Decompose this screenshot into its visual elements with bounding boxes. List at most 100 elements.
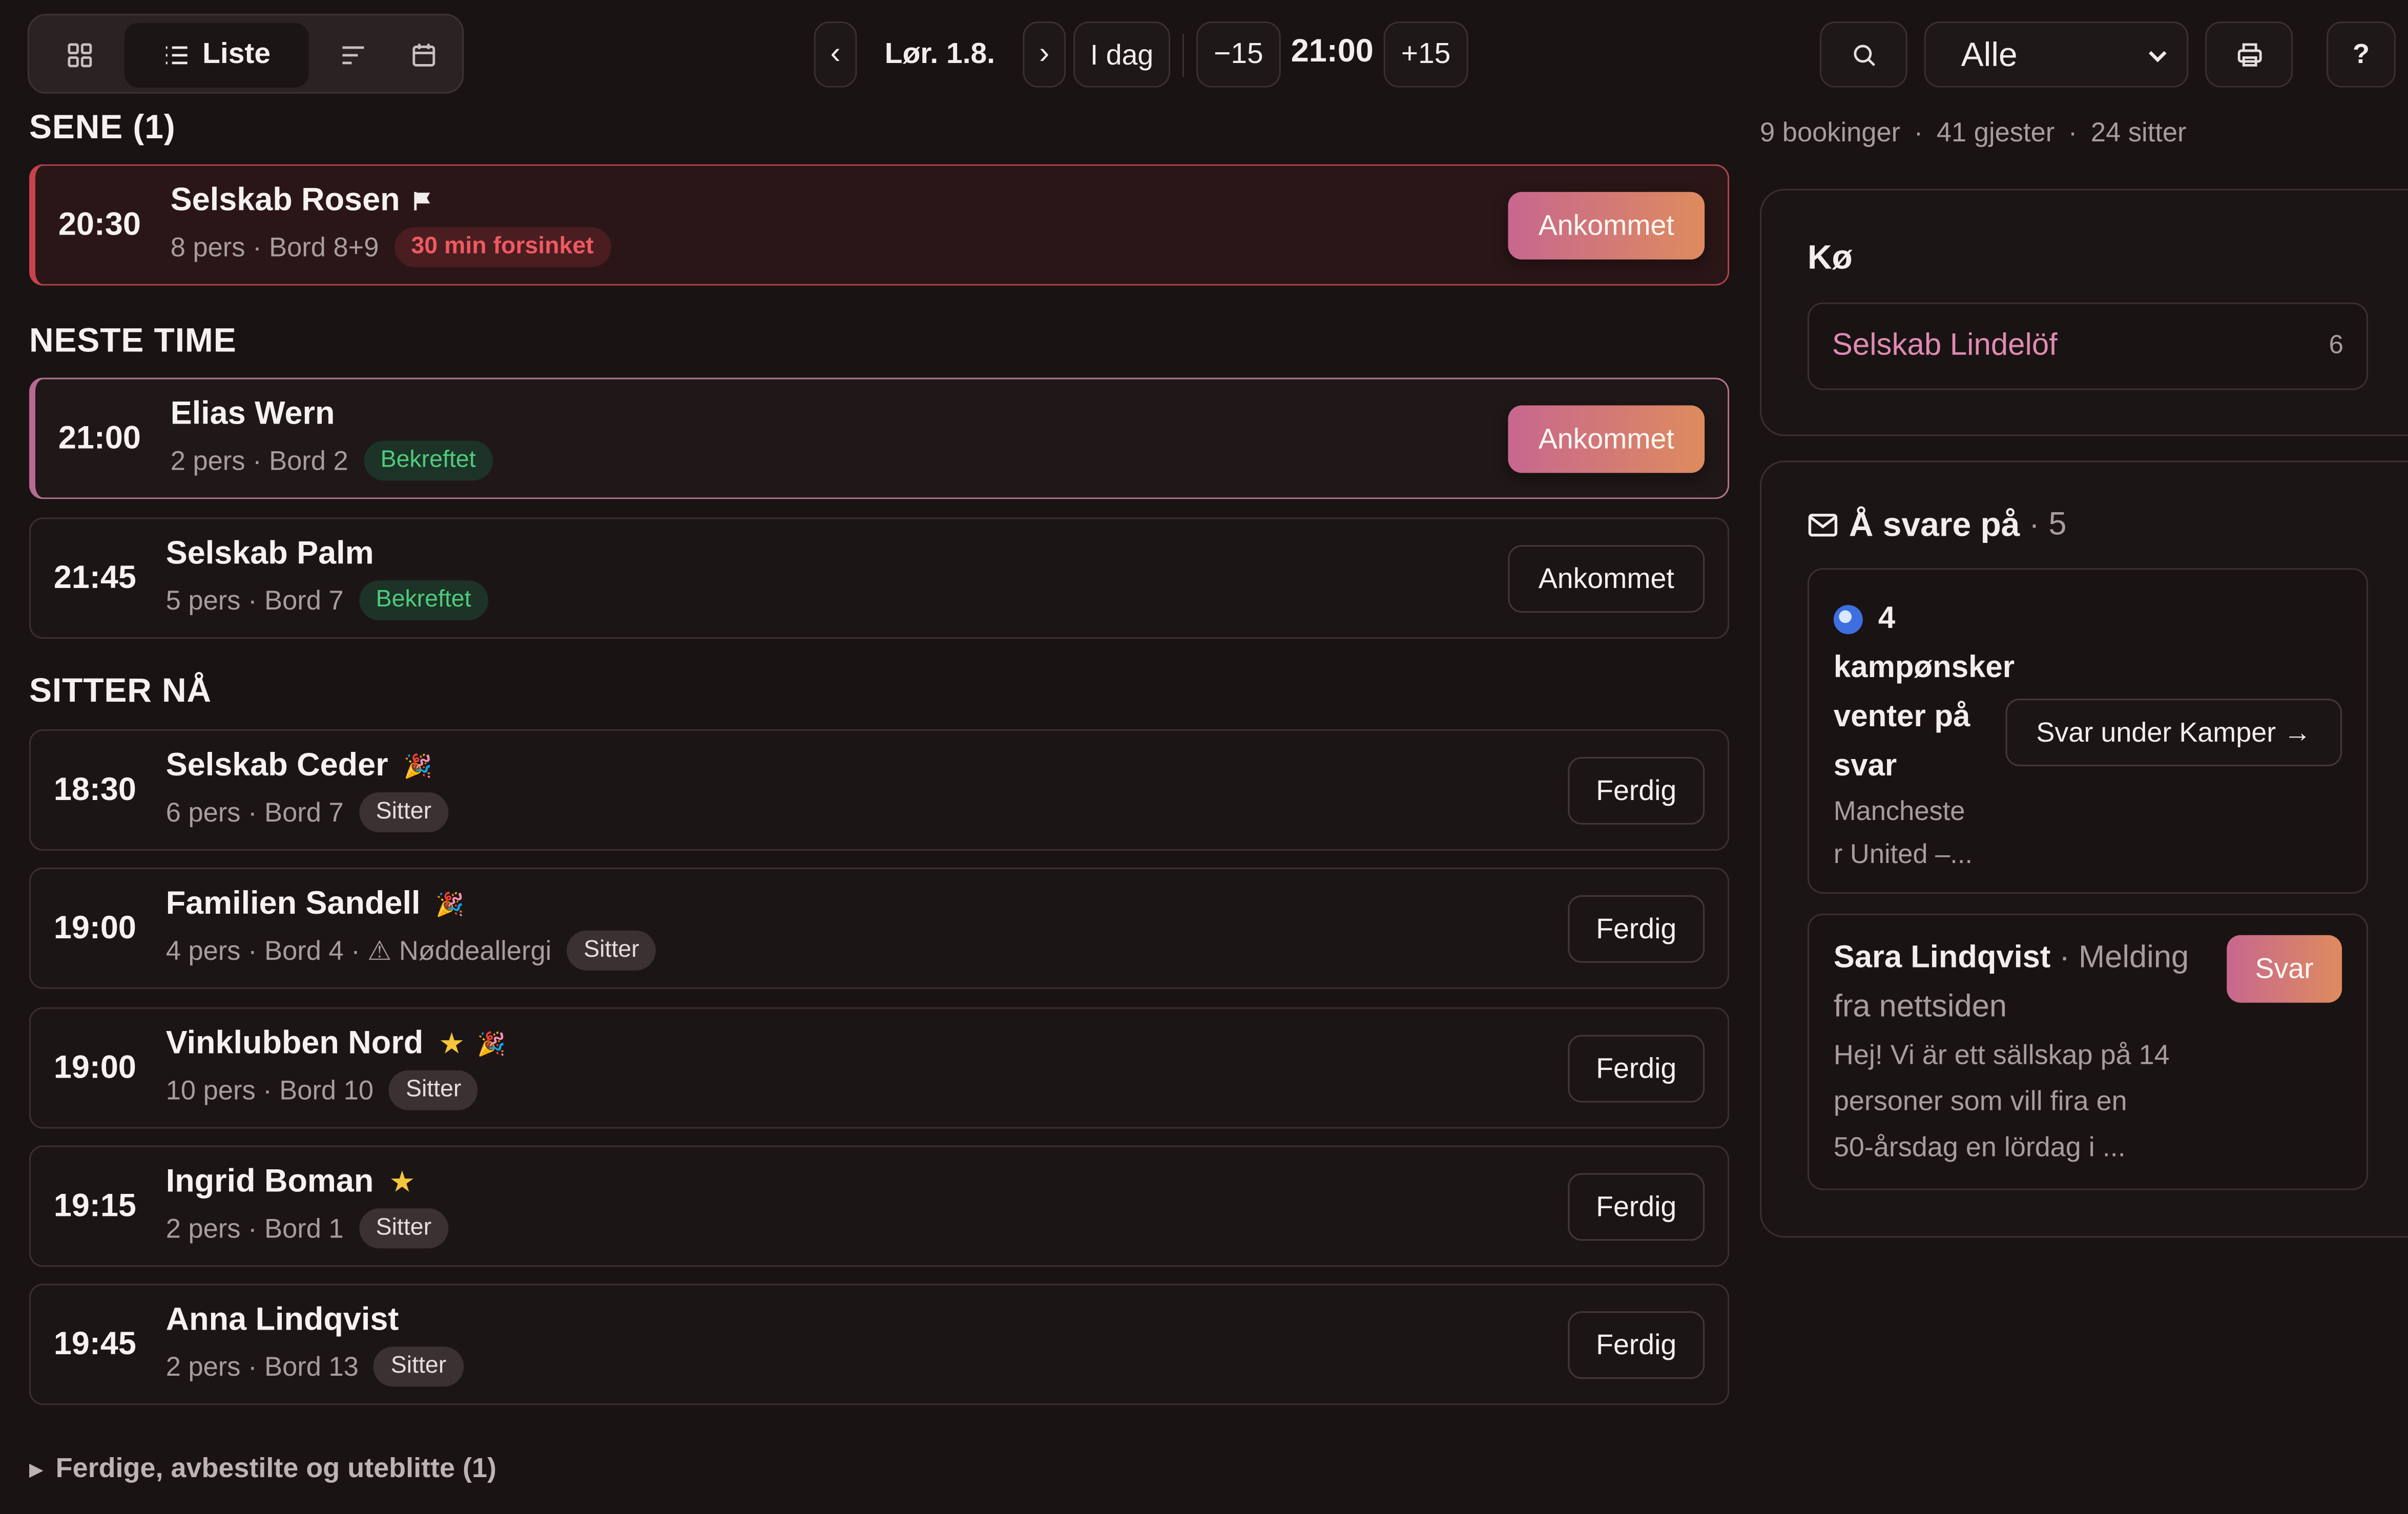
booking-time: 20:30 (58, 206, 141, 242)
done-button[interactable]: Ferdig (1568, 1034, 1705, 1102)
booking-meta-row: 10 pers · Bord 10 Sitter (166, 1070, 479, 1110)
view-grid-button[interactable] (45, 23, 115, 88)
queue-item[interactable]: Selskab Lindelöf 6 (1807, 302, 2368, 390)
search-button[interactable] (1819, 21, 1907, 88)
status-badge: Sitter (567, 930, 656, 971)
view-timeline-button[interactable] (318, 23, 388, 88)
done-button[interactable]: Ferdig (1568, 894, 1705, 962)
list-icon (165, 46, 188, 65)
view-list-label: Liste (202, 38, 271, 71)
time-display: 21:00 (1291, 33, 1374, 69)
booking-name: Vinklubben Nord (165, 1025, 424, 1061)
to-answer-title: Å svare på (1849, 505, 2020, 544)
section-title-seated: SITTER NÅ (29, 671, 212, 710)
booking-meta: 6 pers · Bord 7 (165, 796, 344, 827)
booking-time: 19:45 (53, 1326, 136, 1361)
booking-card[interactable]: 19:00 Familien Sandell 🎉 4 pers · Bord 4… (29, 867, 1730, 989)
disclosure-arrow-icon: ▶ (29, 1458, 44, 1480)
view-list-button[interactable]: Liste (124, 23, 309, 88)
booking-card[interactable]: 18:30 Selskab Ceder 🎉 6 pers · Bord 7 Si… (29, 729, 1730, 851)
match-requests-subtitle: Mancheste r United –... (1834, 789, 1973, 875)
booking-name-row: Selskab Palm (166, 536, 374, 573)
booking-name: Selskab Ceder (165, 748, 388, 783)
arrived-button[interactable]: Ankommet (1508, 404, 1705, 472)
message-sender: Sara Lindqvist (1833, 939, 2051, 975)
prev-day-button[interactable]: ‹ (814, 21, 857, 88)
grid-icon (68, 43, 92, 68)
booking-time: 19:00 (53, 1049, 136, 1085)
filter-select[interactable]: Alle (1924, 21, 2189, 88)
message-source-line: fra nettsiden (1833, 989, 2007, 1024)
booking-card[interactable]: 20:30 Selskab Rosen 8 pers · Bord 8+9 30… (29, 164, 1730, 286)
done-button[interactable]: Ferdig (1568, 1310, 1705, 1378)
booking-card[interactable]: 21:45 Selskab Palm 5 pers · Bord 7 Bekre… (29, 517, 1730, 639)
toolbar-divider (1182, 33, 1184, 77)
reply-button[interactable]: Svar (2227, 935, 2342, 1003)
booking-meta: 10 pers · Bord 10 (165, 1074, 374, 1105)
booking-time: 19:15 (53, 1187, 136, 1223)
to-answer-header: Å svare på · 5 (1808, 505, 2067, 545)
message-header: Sara Lindqvist · Melding fra nettsiden (1834, 934, 2217, 1032)
booking-card[interactable]: 21:00 Elias Wern 2 pers · Bord 2 Bekreft… (29, 377, 1730, 499)
booking-card[interactable]: 19:45 Anna Lindqvist 2 pers · Bord 13 Si… (29, 1284, 1730, 1405)
done-button[interactable]: Ferdig (1568, 756, 1705, 824)
message-line: personer som vill fira en (1833, 1085, 2127, 1117)
view-switcher: Liste (27, 13, 464, 94)
party-icon: 🎉 (403, 754, 432, 780)
to-answer-separator: · (2029, 507, 2040, 541)
status-badge: Bekreftet (359, 580, 488, 621)
message-preview: Hej! Vi är ett sällskap på 14 personer s… (1834, 1032, 2170, 1170)
arrived-button[interactable]: Ankommet (1508, 191, 1705, 259)
late-badge: 30 min forsinket (394, 227, 611, 267)
booking-meta-row: 8 pers · Bord 8+9 30 min forsinket (171, 227, 611, 267)
next-day-button[interactable]: › (1023, 21, 1066, 88)
booking-meta-row: 2 pers · Bord 1 Sitter (166, 1208, 449, 1249)
chevron-down-icon (2149, 50, 2167, 62)
print-button[interactable] (2205, 21, 2293, 88)
status-badge: Sitter (373, 1347, 464, 1387)
summary-bookings: 9 bookinger (1760, 116, 1901, 148)
section-title-late: SENE (1) (29, 107, 176, 146)
booking-name: Anna Lindqvist (165, 1302, 399, 1338)
status-badge: Bekreftet (363, 440, 493, 481)
booking-time: 19:00 (53, 910, 136, 945)
summary-seated: 24 sitter (2090, 116, 2187, 148)
help-button[interactable]: ? (2327, 21, 2396, 88)
booking-meta-row: 6 pers · Bord 7 Sitter (165, 792, 449, 832)
minus-15-button[interactable]: −15 (1196, 21, 1281, 88)
booking-name-row: Vinklubben Nord ★ 🎉 (166, 1026, 506, 1063)
booking-name-row: Selskab Ceder 🎉 (166, 748, 432, 785)
booking-card[interactable]: 19:15 Ingrid Boman ★ 2 pers · Bord 1 Sit… (29, 1145, 1730, 1267)
match-requests-card: 4 kampønsker venter på svar Mancheste r … (1807, 568, 2368, 894)
message-line: Hej! Vi är ett sällskap på 14 (1833, 1039, 2170, 1070)
star-icon: ★ (389, 1166, 416, 1198)
star-icon: ★ (439, 1028, 465, 1061)
mail-icon (1808, 514, 1838, 537)
timeline-icon (342, 46, 364, 65)
completed-disclosure[interactable]: ▶ Ferdige, avbestilte og uteblitte (1) (29, 1453, 496, 1485)
booking-meta: 4 pers · Bord 4 · ⚠ Nøddeallergi (165, 934, 552, 965)
view-calendar-button[interactable] (388, 23, 459, 88)
done-button[interactable]: Ferdig (1568, 1172, 1705, 1240)
message-line: 50-årsdag en lördag i ... (1833, 1131, 2126, 1163)
booking-meta: 2 pers · Bord 13 (165, 1350, 359, 1381)
booking-meta-row: 2 pers · Bord 13 Sitter (165, 1347, 464, 1387)
plus-15-button[interactable]: +15 (1383, 21, 1468, 88)
booking-name: Selskab Palm (165, 536, 374, 572)
booking-meta: 2 pers · Bord 2 (170, 444, 348, 475)
queue-item-name: Selskab Lindelöf (1832, 328, 2058, 363)
booking-name-row: Ingrid Boman ★ (166, 1164, 416, 1201)
booking-card[interactable]: 19:00 Vinklubben Nord ★ 🎉 10 pers · Bord… (29, 1007, 1730, 1129)
booking-name-row: Selskab Rosen (171, 183, 432, 220)
status-badge: Sitter (359, 1208, 449, 1249)
answer-matches-button[interactable]: Svar under Kamper → (2005, 699, 2342, 767)
message-card[interactable]: Sara Lindqvist · Melding fra nettsiden H… (1807, 913, 2368, 1190)
booking-name: Ingrid Boman (165, 1164, 374, 1200)
party-icon: 🎉 (477, 1032, 506, 1058)
today-button[interactable]: I dag (1073, 21, 1171, 88)
filter-select-value: Alle (1961, 34, 2018, 73)
arrived-button[interactable]: Ankommet (1508, 544, 1705, 612)
to-answer-count: 5 (2048, 507, 2067, 542)
match-requests-count: 4 (1878, 602, 1896, 636)
match-requests-line: svar (1833, 749, 1897, 783)
